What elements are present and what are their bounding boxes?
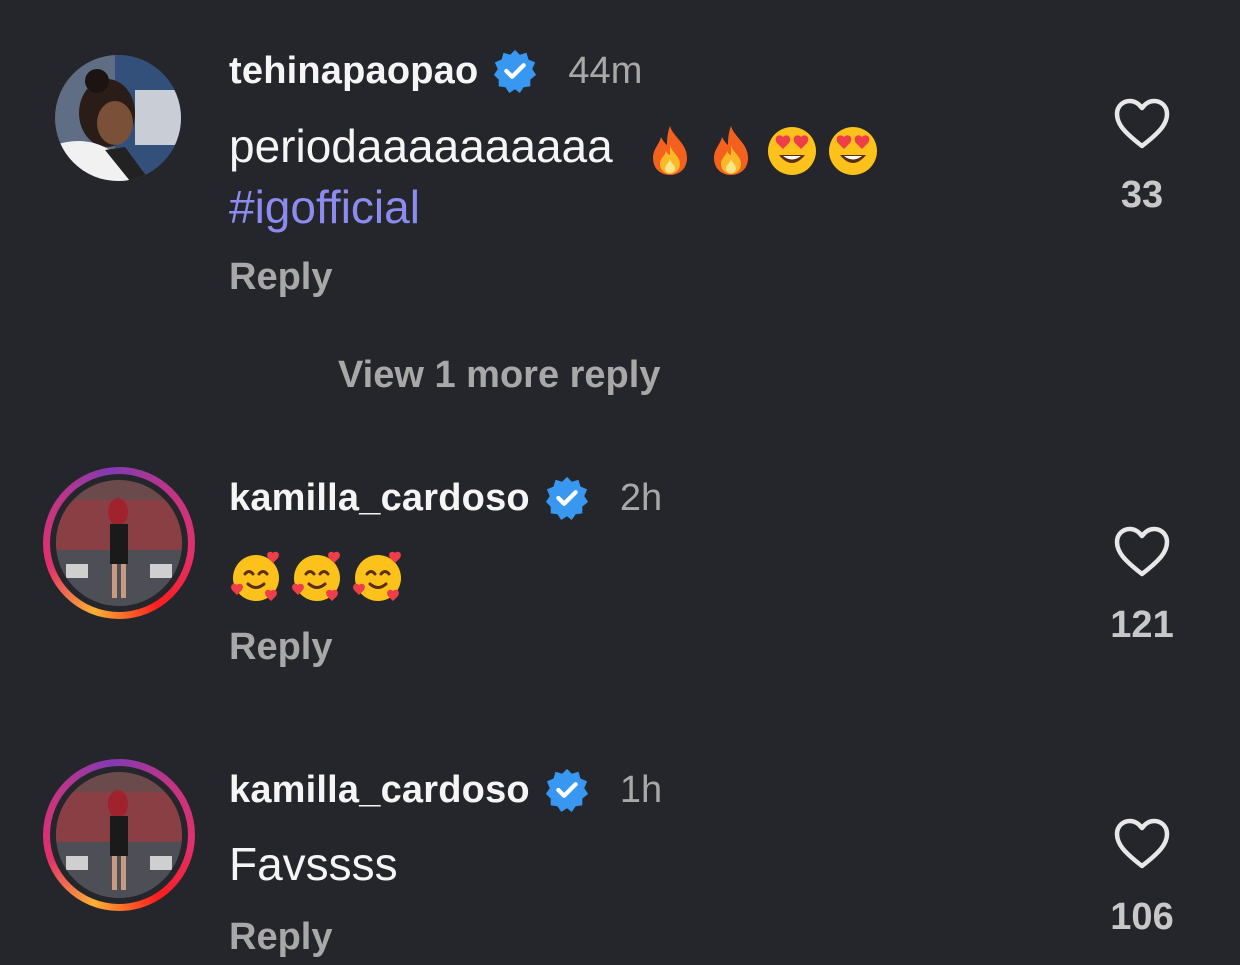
comments-list: tehinapaopao 44m periodaaaaaaaaaa #igoff… [0, 0, 1240, 965]
avatar[interactable] [55, 55, 181, 181]
fire-emoji-icon [714, 125, 749, 175]
like-control: 121 [1087, 526, 1197, 647]
reply-button[interactable]: Reply [229, 626, 332, 669]
comment-item: tehinapaopao 44m periodaaaaaaaaaa #igoff… [0, 0, 1240, 340]
avatar [56, 772, 182, 898]
comment-header: tehinapaopao 44m [229, 46, 642, 96]
heart-icon[interactable] [1114, 98, 1170, 150]
timestamp: 1h [619, 768, 663, 811]
view-more-replies-button[interactable]: View 1 more reply [338, 354, 660, 397]
heart-eyes-emoji-icon [829, 126, 878, 175]
verified-badge-icon [494, 49, 537, 94]
comment-text-body: periodaaaaaaaaaa [229, 120, 613, 172]
heart-eyes-emoji-icon [768, 126, 817, 175]
like-count: 33 [1120, 174, 1164, 216]
like-control: 33 [1087, 98, 1197, 217]
comment-text: Favssss [229, 838, 398, 890]
like-count: 106 [1110, 896, 1174, 938]
reply-button[interactable]: Reply [229, 916, 332, 959]
comment-item: kamilla_cardoso 1h Favssss Reply 106 [0, 752, 1240, 965]
comment-text [229, 542, 412, 603]
verified-badge-icon [545, 768, 588, 813]
heart-icon[interactable] [1114, 526, 1170, 578]
smiling-hearts-emoji-icon [231, 551, 279, 601]
comment-header: kamilla_cardoso 2h [229, 473, 662, 523]
heart-icon[interactable] [1114, 818, 1170, 870]
emoji-group [643, 123, 887, 177]
like-control: 106 [1087, 818, 1197, 939]
username[interactable]: kamilla_cardoso [229, 769, 530, 812]
smiling-hearts-emoji-icon [353, 551, 401, 601]
smiling-hearts-emoji-icon [292, 551, 340, 601]
username[interactable]: kamilla_cardoso [229, 477, 530, 520]
timestamp: 2h [619, 476, 663, 519]
timestamp: 44m [568, 49, 643, 92]
fire-emoji-icon [653, 125, 688, 175]
avatar-story-ring[interactable] [43, 759, 195, 911]
comment-header: kamilla_cardoso 1h [229, 765, 662, 815]
emoji-group [229, 549, 412, 603]
hashtag-link[interactable]: #igofficial [229, 181, 420, 233]
comment-text: periodaaaaaaaaaa #igofficial [229, 116, 887, 237]
avatar-story-ring[interactable] [43, 467, 195, 619]
reply-button[interactable]: Reply [229, 256, 332, 299]
avatar-ring-gap [50, 766, 188, 904]
avatar-ring-gap [50, 474, 188, 612]
avatar [56, 480, 182, 606]
comment-item: kamilla_cardoso 2h Reply 121 [0, 460, 1240, 690]
username[interactable]: tehinapaopao [229, 50, 478, 93]
avatar-photo [55, 55, 181, 181]
verified-badge-icon [545, 476, 588, 521]
like-count: 121 [1110, 604, 1174, 646]
